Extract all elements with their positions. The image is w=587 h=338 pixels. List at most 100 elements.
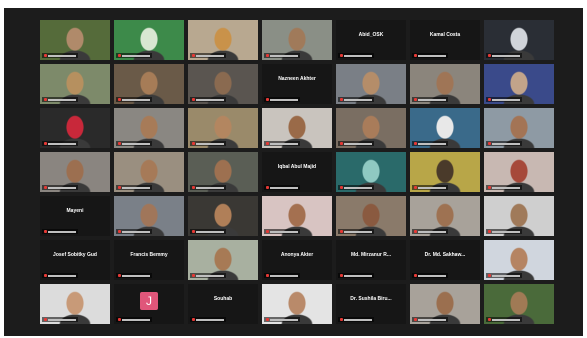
muted-mic-icon — [192, 274, 195, 277]
participant-tile[interactable] — [484, 20, 554, 60]
participant-tile[interactable] — [336, 108, 406, 148]
participant-name: Josef Sobitky Gud — [53, 252, 97, 258]
participant-tile[interactable] — [188, 108, 258, 148]
caption-name-placeholder — [48, 98, 76, 101]
muted-mic-icon — [44, 318, 47, 321]
participant-caption — [486, 185, 522, 190]
participant-tile[interactable] — [336, 64, 406, 104]
participant-tile[interactable]: Francis Bemmy — [114, 240, 184, 280]
muted-mic-icon — [414, 318, 417, 321]
participant-tile[interactable] — [484, 240, 554, 280]
participant-tile[interactable] — [40, 20, 110, 60]
participant-tile[interactable] — [114, 108, 184, 148]
participant-tile[interactable] — [262, 196, 332, 236]
caption-name-placeholder — [196, 318, 224, 321]
participant-caption — [190, 273, 226, 278]
participant-tile[interactable] — [40, 284, 110, 324]
participant-caption — [486, 273, 522, 278]
participant-tile[interactable] — [114, 152, 184, 192]
participant-tile[interactable]: Anonya Akter — [262, 240, 332, 280]
participant-caption — [116, 53, 152, 58]
caption-name-placeholder — [418, 142, 446, 145]
caption-name-placeholder — [48, 186, 76, 189]
participant-tile[interactable]: Souhab — [188, 284, 258, 324]
participant-caption — [116, 273, 152, 278]
participant-tile[interactable] — [484, 108, 554, 148]
muted-mic-icon — [340, 274, 343, 277]
participant-tile[interactable]: J — [114, 284, 184, 324]
caption-name-placeholder — [344, 318, 372, 321]
participant-caption — [264, 229, 300, 234]
participant-tile[interactable] — [40, 152, 110, 192]
participant-tile[interactable]: Kamal Costa — [410, 20, 480, 60]
muted-mic-icon — [266, 230, 269, 233]
participant-tile[interactable] — [262, 284, 332, 324]
participant-tile[interactable] — [410, 64, 480, 104]
participant-tile[interactable]: Iqbal Abul Majid — [262, 152, 332, 192]
participant-name: Mayeni — [66, 208, 84, 214]
participant-caption — [116, 229, 152, 234]
participant-tile[interactable] — [40, 64, 110, 104]
participant-caption — [412, 141, 448, 146]
participant-tile[interactable] — [188, 196, 258, 236]
muted-mic-icon — [414, 274, 417, 277]
participant-tile[interactable]: Josef Sobitky Gud — [40, 240, 110, 280]
caption-name-placeholder — [492, 98, 520, 101]
participant-tile[interactable]: Dr. Md. Sakhaw... — [410, 240, 480, 280]
participant-tile[interactable] — [336, 196, 406, 236]
video-gallery: Abid_OSK Kamal Costa Nazneen Akhter Iqbal A… — [40, 20, 562, 330]
caption-name-placeholder — [270, 274, 298, 277]
caption-name-placeholder — [122, 274, 150, 277]
participant-tile[interactable]: Nazneen Akhter — [262, 64, 332, 104]
participant-tile[interactable] — [114, 64, 184, 104]
caption-name-placeholder — [122, 98, 150, 101]
participant-tile[interactable]: Md. Mirzanur R... — [336, 240, 406, 280]
participant-tile[interactable] — [114, 196, 184, 236]
participant-tile[interactable] — [484, 152, 554, 192]
muted-mic-icon — [266, 142, 269, 145]
caption-name-placeholder — [492, 230, 520, 233]
participant-caption — [338, 97, 374, 102]
participant-tile[interactable] — [410, 196, 480, 236]
participant-tile[interactable] — [410, 152, 480, 192]
participant-tile[interactable] — [262, 20, 332, 60]
caption-name-placeholder — [270, 142, 298, 145]
muted-mic-icon — [118, 186, 121, 189]
participant-caption — [116, 97, 152, 102]
participant-tile[interactable] — [40, 108, 110, 148]
participant-tile[interactable] — [188, 64, 258, 104]
caption-name-placeholder — [270, 186, 298, 189]
caption-name-placeholder — [270, 318, 298, 321]
muted-mic-icon — [192, 186, 195, 189]
participant-tile[interactable] — [114, 20, 184, 60]
caption-name-placeholder — [122, 318, 150, 321]
caption-name-placeholder — [48, 274, 76, 277]
participant-tile[interactable]: Dr. Sushila Biru... — [336, 284, 406, 324]
participant-tile[interactable] — [484, 196, 554, 236]
muted-mic-icon — [488, 142, 491, 145]
participant-caption — [264, 53, 300, 58]
muted-mic-icon — [192, 142, 195, 145]
caption-name-placeholder — [344, 54, 372, 57]
participant-name: Francis Bemmy — [130, 252, 168, 258]
muted-mic-icon — [266, 54, 269, 57]
caption-name-placeholder — [122, 142, 150, 145]
muted-mic-icon — [266, 274, 269, 277]
participant-tile[interactable] — [410, 284, 480, 324]
participant-tile[interactable]: Abid_OSK — [336, 20, 406, 60]
participant-tile[interactable] — [188, 20, 258, 60]
participant-caption — [116, 317, 152, 322]
caption-name-placeholder — [492, 54, 520, 57]
participant-tile[interactable] — [484, 284, 554, 324]
participant-tile[interactable] — [484, 64, 554, 104]
participant-caption — [190, 229, 226, 234]
participant-tile[interactable] — [336, 152, 406, 192]
participant-tile[interactable] — [188, 240, 258, 280]
muted-mic-icon — [488, 54, 491, 57]
participant-caption — [412, 273, 448, 278]
participant-tile[interactable] — [188, 152, 258, 192]
participant-tile[interactable]: Mayeni — [40, 196, 110, 236]
participant-tile[interactable] — [262, 108, 332, 148]
participant-tile[interactable] — [410, 108, 480, 148]
muted-mic-icon — [414, 98, 417, 101]
